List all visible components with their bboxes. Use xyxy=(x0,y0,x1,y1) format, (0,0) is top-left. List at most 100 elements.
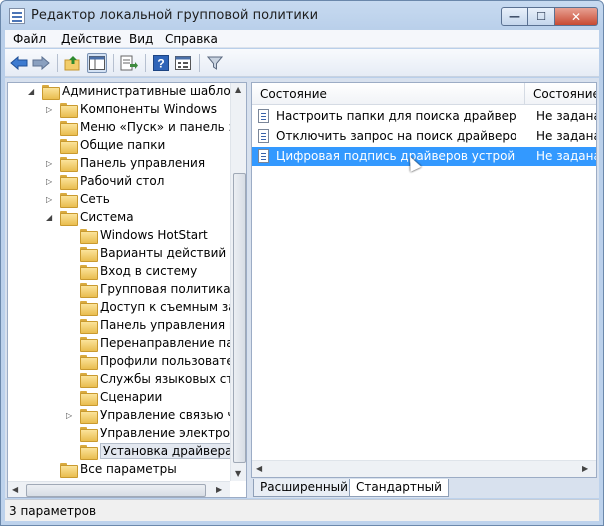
tree-item[interactable]: Варианты действий после нажатия CTRL+ALT… xyxy=(8,245,246,263)
folder-icon xyxy=(80,391,98,406)
tree-hscroll-thumb[interactable] xyxy=(26,484,206,497)
collapse-arrow-icon[interactable]: ◢ xyxy=(28,87,37,96)
tree-item[interactable]: ▷ Сеть xyxy=(8,191,230,209)
tree-item[interactable]: Установка драйвера xyxy=(8,443,236,461)
help-button[interactable]: ? xyxy=(151,53,171,73)
policy-name: Цифровая подпись драйверов устройств xyxy=(276,149,516,163)
tree-item-label: Сценарии xyxy=(100,390,163,404)
properties-button[interactable] xyxy=(173,53,193,73)
tree-item[interactable]: Вход в систему xyxy=(8,263,230,281)
back-button[interactable] xyxy=(9,53,29,73)
folder-icon xyxy=(80,355,98,370)
tree-item-label: Доступ к съемным запоминающим устройства… xyxy=(100,300,246,314)
tree-item[interactable]: ▷ Рабочий стол xyxy=(8,173,230,191)
tree-item[interactable]: ▷ Панель управления xyxy=(8,155,230,173)
scroll-down-icon[interactable]: ▼ xyxy=(235,469,241,478)
tree-item[interactable]: ◢ Система xyxy=(8,209,230,227)
status-bar: 3 параметров xyxy=(5,499,599,521)
tree-item-label: Windows HotStart xyxy=(100,228,208,242)
expand-arrow-icon[interactable]: ▷ xyxy=(66,411,75,420)
tree-item[interactable]: Windows HotStart xyxy=(8,227,230,245)
scroll-left-icon[interactable]: ◀ xyxy=(12,485,18,494)
folder-icon xyxy=(60,175,78,190)
menu-action[interactable]: Действие xyxy=(61,32,121,46)
folder-icon xyxy=(60,139,78,154)
tree-item[interactable]: Общие папки xyxy=(8,137,230,155)
window-title: Редактор локальной групповой политики xyxy=(31,8,319,23)
window-controls: — ☐ ✕ xyxy=(501,7,598,26)
tree-item[interactable]: Службы языковых стандартов xyxy=(8,371,246,389)
scroll-left-icon[interactable]: ◀ xyxy=(256,464,262,473)
minimize-button[interactable]: — xyxy=(501,7,528,26)
menu-help[interactable]: Справка xyxy=(165,32,218,46)
folder-icon xyxy=(80,409,98,424)
menu-view[interactable]: Вид xyxy=(129,32,153,46)
expand-arrow-icon[interactable]: ▷ xyxy=(46,105,55,114)
menu-bar: Файл Действие Вид Справка xyxy=(5,30,599,48)
tree-item-label: Управление связью через Интернет xyxy=(100,408,246,422)
list-horizontal-scrollbar[interactable]: ◀ ▶ xyxy=(252,460,596,477)
tree-item[interactable]: Панель управления просмотром xyxy=(8,317,246,335)
column-divider[interactable] xyxy=(524,83,525,105)
back-arrow-icon xyxy=(10,56,28,70)
folder-icon xyxy=(80,283,98,298)
scroll-up-icon[interactable]: ▲ xyxy=(235,85,241,94)
toolbar-separator xyxy=(145,54,146,72)
policy-setting-icon xyxy=(258,109,269,123)
folder-icon xyxy=(80,265,98,280)
menu-file[interactable]: Файл xyxy=(13,32,46,46)
svg-text:?: ? xyxy=(157,57,164,71)
toolbar-separator xyxy=(113,54,114,72)
folder-icon xyxy=(80,337,98,352)
minimize-icon: — xyxy=(509,10,520,23)
tree-item-label: Профили пользователей xyxy=(100,354,247,368)
tree-item[interactable]: Все параметры xyxy=(8,461,230,479)
tree-item[interactable]: Перенаправление папок xyxy=(8,335,246,353)
policy-row[interactable]: Настроить папки для поиска драйверов Не з… xyxy=(252,107,596,126)
title-bar[interactable]: Редактор локальной групповой политики — … xyxy=(1,1,603,31)
collapse-arrow-icon[interactable]: ◢ xyxy=(46,213,55,222)
tree-item-label: Сеть xyxy=(80,192,110,206)
expand-arrow-icon[interactable]: ▷ xyxy=(46,159,55,168)
policy-row[interactable]: Отключить запрос на поиск драйверов у...… xyxy=(252,127,596,146)
policy-setting-icon xyxy=(258,129,269,143)
tree-item-label: Установка драйвера xyxy=(100,443,236,459)
filter-button[interactable] xyxy=(205,53,225,73)
scroll-right-icon[interactable]: ▶ xyxy=(582,464,588,473)
settings-list-pane: Состояние Состояние Настроить папки для … xyxy=(251,82,597,478)
maximize-button[interactable]: ☐ xyxy=(528,7,555,26)
tree-item[interactable]: ▷ Управление связью через Интернет xyxy=(8,407,246,425)
expand-arrow-icon[interactable]: ▷ xyxy=(46,195,55,204)
tree-item[interactable]: Меню «Пуск» и панель задач xyxy=(8,119,246,137)
tree-vscroll-thumb[interactable] xyxy=(233,173,246,463)
column-header-state[interactable]: Состояние xyxy=(533,87,596,101)
policy-name: Настроить папки для поиска драйверов xyxy=(276,109,516,123)
column-header-setting[interactable]: Состояние xyxy=(260,87,327,101)
tree-item[interactable]: Управление электропитанием xyxy=(8,425,246,443)
tree-item-label: Групповая политика xyxy=(100,282,231,296)
properties-icon xyxy=(175,56,191,70)
tab-extended[interactable]: Расширенный xyxy=(253,479,355,497)
forward-button[interactable] xyxy=(31,53,51,73)
status-text: 3 параметров xyxy=(9,504,97,518)
tree-item[interactable]: Групповая политика xyxy=(8,281,231,299)
policy-row[interactable]: Цифровая подпись драйверов устройств Не з… xyxy=(252,147,596,166)
export-list-button[interactable] xyxy=(119,53,139,73)
toolbar-separator xyxy=(199,54,200,72)
tab-standard[interactable]: Стандартный xyxy=(349,479,449,497)
tree-item[interactable]: Профили пользователей xyxy=(8,353,246,371)
up-level-button[interactable] xyxy=(63,53,83,73)
tree-item[interactable]: ▷ Компоненты Windows xyxy=(8,101,230,119)
tree-horizontal-scrollbar[interactable]: ◀ ▶ xyxy=(8,481,230,497)
tree-item[interactable]: Сценарии xyxy=(8,389,230,407)
tree-vertical-scrollbar[interactable]: ▲ ▼ xyxy=(230,83,246,481)
folder-up-icon xyxy=(64,56,80,71)
show-hide-tree-button[interactable] xyxy=(87,53,107,73)
tree-item[interactable]: Доступ к съемным запоминающим устройства… xyxy=(8,299,246,317)
policy-setting-icon xyxy=(258,149,269,163)
show-hide-tree-icon xyxy=(89,56,105,70)
tree-item[interactable]: ◢ Административные шаблоны xyxy=(8,83,246,101)
scroll-right-icon[interactable]: ▶ xyxy=(216,485,222,494)
close-button[interactable]: ✕ xyxy=(555,7,598,26)
expand-arrow-icon[interactable]: ▷ xyxy=(46,177,55,186)
